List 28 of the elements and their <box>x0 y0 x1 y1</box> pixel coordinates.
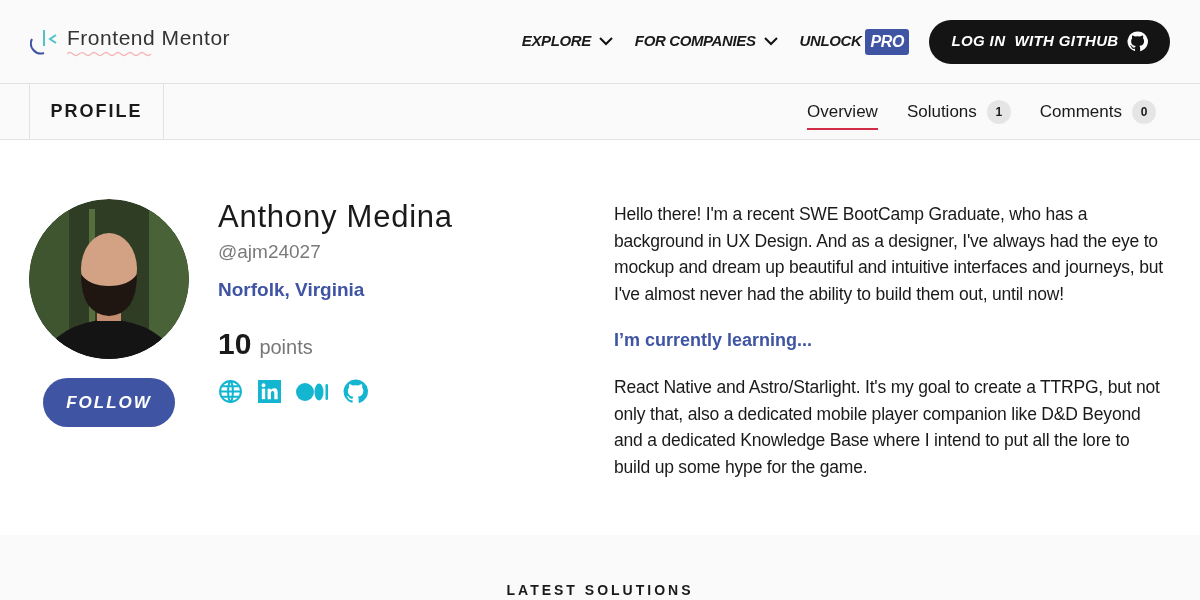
points-label: points <box>259 335 313 360</box>
user-location: Norfolk, Virginia <box>218 277 366 302</box>
count-badge: 1 <box>986 99 1011 124</box>
nav-link[interactable]: EXPLORE <box>521 30 613 53</box>
nav-link[interactable]: FOR COMPANIES <box>634 30 778 53</box>
medium-icon[interactable] <box>296 381 328 402</box>
chevron-down-icon <box>763 37 778 46</box>
github-icon[interactable] <box>1126 31 1148 52</box>
tab[interactable]: Solutions 1 <box>906 94 1011 131</box>
logo-text[interactable]: Frontend Mentor <box>67 26 231 49</box>
user-handle: @ajm24027 <box>218 240 322 264</box>
linkedin-icon[interactable] <box>258 380 281 403</box>
login-button[interactable]: LOG IN WITH GITHUB <box>929 19 1170 64</box>
chevron-down-icon <box>598 37 613 46</box>
count-badge: 0 <box>1132 99 1156 124</box>
bio-paragraph: Hello there! I'm a recent SWE BootCamp Graduate, who has a background in UX Design. And as a designer, I've always had the eye to mockup and dream up beautiful and intuitive interfaces and journeys, but I've almost never had the ability to build them out, until now! <box>614 203 1164 306</box>
globe-icon[interactable] <box>218 379 243 404</box>
follow-button[interactable]: FOLLOW <box>43 378 175 427</box>
tab[interactable]: Overview <box>807 94 878 131</box>
points-value: 10 <box>218 326 252 362</box>
pro-badge: PRO <box>865 28 909 55</box>
section-heading: LATEST SOLUTIONS <box>506 582 694 600</box>
bio-heading: I’m currently learning... <box>614 329 814 352</box>
user-name: Anthony Medina <box>218 199 454 235</box>
nav-link[interactable]: UNLOCK PRO <box>799 28 909 55</box>
section-title: PROFILE <box>29 84 164 139</box>
tab[interactable]: Comments 0 <box>1039 94 1156 131</box>
bio-paragraph: React Native and Astro/Starlight. It's my goal to create a TTRPG, but not only that, also a dedicated mobile player companion like D&D Beyond and a dedicated Knowledge Base where I intend to put all the lore to build up some hype for the game. <box>614 376 1161 479</box>
